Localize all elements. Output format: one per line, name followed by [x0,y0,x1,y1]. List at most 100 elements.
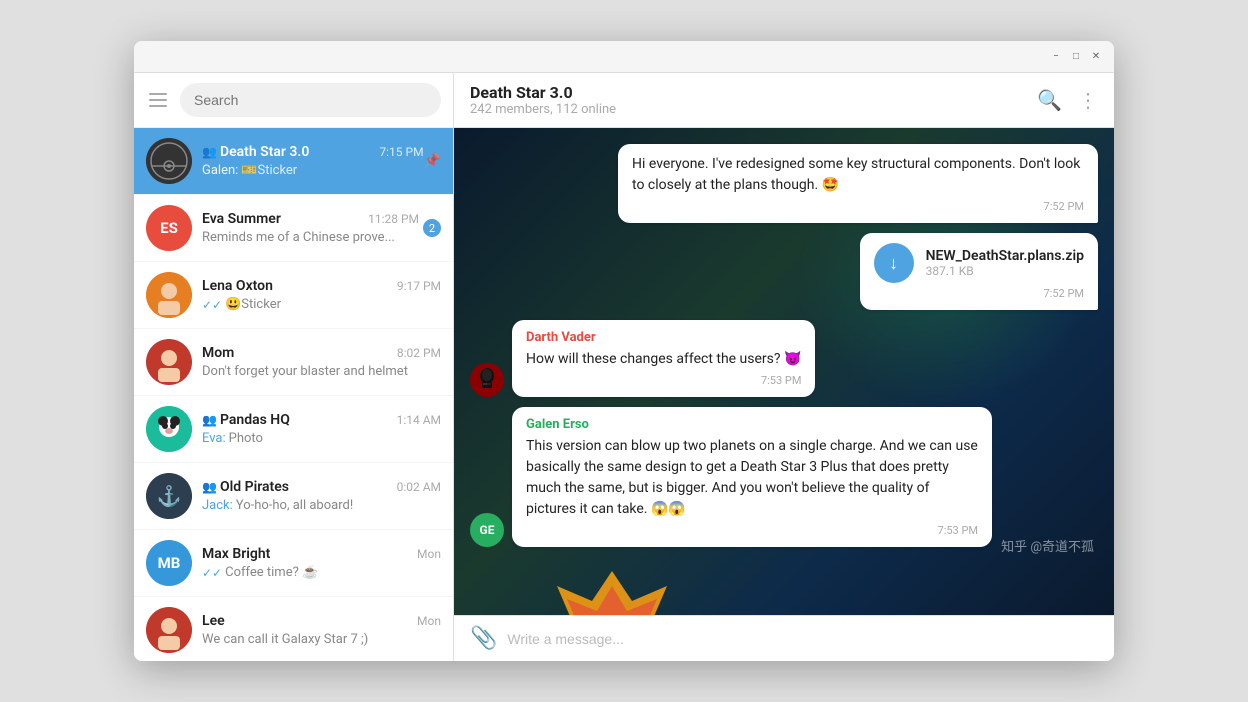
preview-text: Sticker [258,163,298,178]
chat-preview: Galen: 🎫 Sticker [202,163,424,178]
file-message: ↓ NEW_DeathStar.plans.zip 387.1 KB [874,243,1084,283]
chat-preview: Reminds me of a Chinese prove... [202,230,419,245]
maximize-button[interactable]: □ [1070,51,1082,63]
preview-emoji: 🎫 [241,163,257,178]
file-info: NEW_DeathStar.plans.zip 387.1 KB [926,248,1084,278]
avatar: ES [146,205,192,251]
chat-item-death-star[interactable]: 👥Death Star 3.07:15 PMGalen: 🎫 Sticker📌 [134,128,453,195]
chat-content: Max Bright Mon ✓✓Coffee time? ☕ [202,546,441,580]
chat-preview: ✓✓😃 Sticker [202,297,441,312]
chat-preview: Jack: Yo-ho-ho, all aboard! [202,498,441,513]
download-button[interactable]: ↓ [874,243,914,283]
chat-name: Eva Summer [202,211,281,227]
chat-item-lee[interactable]: LeeMonWe can call it Galaxy Star 7 ;) [134,597,453,661]
chat-title: Death Star 3.0 [470,83,616,102]
message-with-avatar: Darth Vader How will these changes affec… [470,320,1098,397]
preview-text: Coffee time? ☕ [225,565,318,580]
file-message-bubble: ↓ NEW_DeathStar.plans.zip 387.1 KB 7:52 … [860,233,1098,310]
chat-content: 👥Pandas HQ 1:14 AM Eva: Photo [202,412,441,446]
chat-name: Lena Oxton [202,278,273,294]
preview-text: Don't forget your blaster and helmet [202,364,408,379]
message-time: 7:52 PM [632,200,1084,213]
chat-item-max-bright[interactable]: MB Max Bright Mon ✓✓Coffee time? ☕ [134,530,453,597]
preview-sender: Eva: [202,431,226,446]
chat-time: Mon [417,614,441,628]
chat-item-pandas-hq[interactable]: 👥Pandas HQ 1:14 AM Eva: Photo [134,396,453,463]
chat-time: 11:28 PM [368,212,419,226]
attach-icon[interactable]: 📎 [470,626,497,651]
search-icon[interactable]: 🔍 [1037,88,1062,112]
chat-time: 9:17 PM [397,279,441,293]
avatar [146,406,192,452]
chat-content: 👥Death Star 3.0 7:15 PM Galen: 🎫 Sticker [202,144,424,178]
chat-list: 👥Death Star 3.07:15 PMGalen: 🎫 Sticker📌E… [134,128,453,661]
chat-main: Death Star 3.0 242 members, 112 online 🔍… [454,73,1114,661]
chat-time: 1:14 AM [397,413,441,427]
chat-header-actions: 🔍 ⋮ [1037,88,1098,112]
sender-name: Galen Erso [526,417,978,432]
sender-avatar [470,363,504,397]
avatar [146,339,192,385]
avatar [146,272,192,318]
chat-content: 👥Old Pirates0:02 AMJack: Yo-ho-ho, all a… [202,479,441,513]
message-bubble: Galen Erso This version can blow up two … [512,407,992,547]
message-with-avatar: GE Galen Erso This version can blow up t… [470,407,1098,547]
chat-content: Lena Oxton 9:17 PM ✓✓😃 Sticker [202,278,441,312]
chat-content: Eva Summer 11:28 PM Reminds me of a Chines… [202,211,419,245]
file-size: 387.1 KB [926,264,1084,278]
chat-name: 👥Death Star 3.0 [202,144,309,160]
sidebar: 👥Death Star 3.07:15 PMGalen: 🎫 Sticker📌E… [134,73,454,661]
preview-text: Sticker [241,297,281,312]
message-input[interactable] [507,631,1098,647]
preview-text: We can call it Galaxy Star 7 ;) [202,632,368,647]
chat-content: Mom8:02 PMDon't forget your blaster and … [202,345,441,379]
chat-subtitle: 242 members, 112 online [470,102,616,117]
message-text: How will these changes affect the users?… [526,349,801,370]
message-text: Hi everyone. I've redesigned some key st… [632,154,1084,196]
chat-preview: Don't forget your blaster and helmet [202,364,441,379]
chat-messages: Hi everyone. I've redesigned some key st… [454,128,1114,615]
sticker-area: GE [470,561,1098,615]
message-time: 7:53 PM [526,374,801,387]
titlebar: − □ ✕ [134,41,1114,73]
check-icon: ✓✓ [202,298,222,312]
message-bubble: Darth Vader How will these changes affec… [512,320,815,397]
chat-item-eva-summer[interactable]: ES Eva Summer 11:28 PM Reminds me of a Chin… [134,195,453,262]
search-input[interactable] [180,83,441,117]
chat-item-mom[interactable]: Mom8:02 PMDon't forget your blaster and … [134,329,453,396]
chat-time: Mon [417,547,441,561]
chat-name: 👥Old Pirates [202,479,289,495]
chat-item-lena-oxton[interactable]: Lena Oxton 9:17 PM ✓✓😃 Sticker [134,262,453,329]
chat-preview: We can call it Galaxy Star 7 ;) [202,632,441,647]
app-window: − □ ✕ 👥Death Star 3.0 7:15 PM Galen: 🎫 Sti… [134,41,1114,661]
sender-name: Darth Vader [526,330,801,345]
chat-header-info: Death Star 3.0 242 members, 112 online [470,83,616,117]
chat-item-old-pirates[interactable]: ⚓ 👥Old Pirates0:02 AMJack: Yo-ho-ho, all… [134,463,453,530]
menu-icon[interactable] [146,88,170,112]
chat-preview: ✓✓Coffee time? ☕ [202,565,441,580]
avatar: MB [146,540,192,586]
avatar [146,138,192,184]
close-button[interactable]: ✕ [1090,51,1102,63]
preview-text: Yo-ho-ho, all aboard! [236,498,353,513]
chat-header: Death Star 3.0 242 members, 112 online 🔍… [454,73,1114,128]
more-icon[interactable]: ⋮ [1078,88,1098,112]
minimize-button[interactable]: − [1050,51,1062,63]
chat-time: 7:15 PM [379,145,423,159]
avatar [146,607,192,653]
sidebar-header [134,73,453,128]
check-icon: ✓✓ [202,566,222,580]
chat-name: 👥Pandas HQ [202,412,290,428]
chat-input-area: 📎 [454,615,1114,661]
chat-content: LeeMonWe can call it Galaxy Star 7 ;) [202,613,441,647]
unread-badge: 2 [423,219,441,237]
pin-icon: 📌 [424,153,441,169]
file-name: NEW_DeathStar.plans.zip [926,248,1084,264]
preview-text: Photo [229,431,263,446]
app-body: 👥Death Star 3.07:15 PMGalen: 🎫 Sticker📌E… [134,73,1114,661]
svg-text:⚓: ⚓ [157,484,182,508]
chat-preview: Eva: Photo [202,431,441,446]
preview-sender: Jack: [202,498,233,513]
preview-sender: Galen: [202,163,238,178]
chat-name: Max Bright [202,546,270,562]
